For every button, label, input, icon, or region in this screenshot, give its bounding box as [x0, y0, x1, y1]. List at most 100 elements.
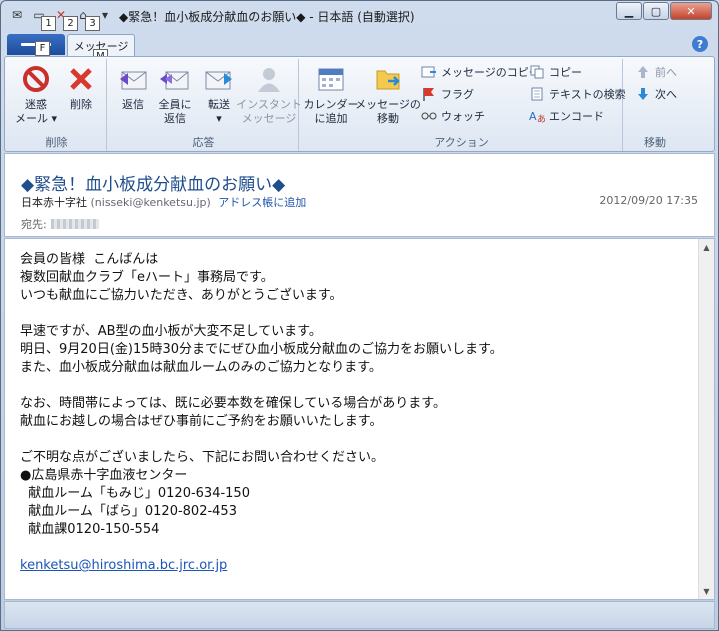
reply-label: 返信 [122, 98, 144, 111]
window-controls: ▁ ▢ ✕ [616, 2, 712, 20]
delete-x-icon [65, 63, 97, 95]
flag-label: フラグ [441, 88, 474, 101]
minimize-button[interactable]: ▁ [616, 2, 642, 20]
keytip-qat-2: 2 [63, 16, 78, 31]
junk-button[interactable]: 迷惑 メール ▾ [13, 63, 59, 126]
reply-all-button[interactable]: 全員に 返信 [155, 63, 195, 126]
body-line: また、血小板成分献血は献血ルームのみのご協力となります。 [20, 360, 382, 375]
svg-text:A: A [529, 110, 537, 123]
body-line: なお、時間帯によっては、既に必要本数を確保している場合があります。 [20, 396, 447, 411]
find-text-button[interactable]: テキストの検索 [529, 85, 626, 103]
flag-button[interactable]: フラグ [421, 85, 474, 103]
message-subject: ◆緊急！血小板成分献血のお願い◆ [21, 175, 286, 195]
copy-icon [529, 64, 545, 80]
reply-button[interactable]: 返信 [113, 63, 153, 112]
copy-message-button[interactable]: メッセージのコピー [421, 63, 540, 81]
contact-email-link[interactable]: kenketsu@hiroshima.bc.jrc.or.jp [20, 558, 227, 573]
body-line: 会員の皆様 こんばんは [20, 252, 159, 267]
add-to-address-book-link[interactable]: アドレス帳に追加 [218, 196, 306, 209]
to-label: 宛先: [21, 218, 47, 231]
find-text-label: テキストの検索 [549, 88, 626, 101]
copy-label: コピー [549, 66, 582, 79]
down-arrow-icon [635, 86, 651, 102]
instant-message-button[interactable]: インスタント メッセージ [236, 63, 302, 126]
forward-label: 転送 ▾ [208, 98, 230, 125]
document-icon [529, 86, 545, 102]
help-icon[interactable]: ? [692, 36, 708, 52]
glasses-icon [421, 108, 437, 124]
scroll-up-icon[interactable]: ▲ [699, 239, 714, 255]
encode-button[interactable]: Aあ エンコード [529, 107, 604, 125]
group-move: 前へ 次へ 移動 [625, 59, 685, 151]
group-label-respond: 応答 [192, 136, 215, 149]
up-arrow-icon [635, 64, 651, 80]
message-datetime: 2012/09/20 17:35 [599, 194, 698, 207]
ribbon-tabs: F メッセージ M ? [1, 31, 718, 64]
flag-icon [421, 86, 437, 102]
copy-message-label: メッセージのコピー [441, 66, 540, 79]
body-line: ご不明な点がございましたら、下記にお問い合わせください。 [20, 450, 385, 465]
add-to-calendar-button[interactable]: カレンダー に追加 [303, 63, 359, 126]
redacted-recipient [50, 219, 99, 229]
instant-message-label: インスタント メッセージ [236, 98, 302, 125]
next-button[interactable]: 次へ [635, 85, 677, 103]
move-message-label: メッセージの 移動 [355, 98, 421, 125]
watch-label: ウォッチ [441, 110, 485, 123]
move-message-button[interactable]: メッセージの 移動 [355, 63, 421, 126]
group-delete: 迷惑 メール ▾ 削除 削除 [7, 59, 107, 151]
scroll-down-icon[interactable]: ▼ [699, 583, 714, 599]
group-label-delete: 削除 [45, 136, 68, 149]
group-actions: カレンダー に追加 メッセージの 移動 メッセージのコピー フラグ ウォッチ コ… [301, 59, 626, 151]
body-line: 献血課0120-150-554 [20, 522, 160, 537]
body-line: 献血ルーム「ばら」0120-802-453 [20, 504, 237, 519]
close-button[interactable]: ✕ [670, 2, 712, 20]
folder-move-icon [372, 63, 404, 95]
keytip-file: F [35, 41, 50, 56]
body-line: 明日、9月20日(金)15時30分までにぜひ血小板成分献血のご協力をお願いします… [20, 342, 503, 357]
group-respond: 返信 全員に 返信 転送 ▾ インスタント メッセージ 応答 [109, 59, 302, 151]
mail-window: ✉ ▭ ✕ ⌂ ▾ 1 2 3 ◆緊急！血小板成分献血のお願い◆ - 日本語 (… [0, 0, 719, 631]
previous-label: 前へ [655, 66, 677, 79]
vertical-scrollbar[interactable]: ▲ ▼ [698, 239, 714, 599]
junk-label: 迷惑 メール ▾ [14, 98, 58, 125]
to-line: 宛先: [21, 216, 99, 232]
encode-icon: Aあ [529, 108, 545, 124]
person-icon [253, 63, 285, 95]
delete-button[interactable]: 削除 [61, 63, 101, 112]
svg-text:あ: あ [537, 114, 545, 123]
junk-icon [20, 63, 52, 95]
from-line: 日本赤十字社 (nisseki@kenketsu.jp) アドレス帳に追加 [21, 194, 306, 210]
body-line: 早速ですが、AB型の血小板が大変不足しています。 [20, 324, 322, 339]
sender-name: 日本赤十字社 [21, 196, 87, 209]
delete-label: 削除 [70, 98, 92, 111]
reply-icon [117, 63, 149, 95]
encode-label: エンコード [549, 110, 604, 123]
add-to-calendar-label: カレンダー に追加 [303, 98, 359, 125]
body-line: ●広島県赤十字血液センター [20, 468, 188, 483]
copy-button[interactable]: コピー [529, 63, 582, 81]
forward-icon [203, 63, 235, 95]
forward-button[interactable]: 転送 ▾ [199, 63, 239, 126]
sender-address: (nisseki@kenketsu.jp) [90, 196, 211, 209]
watch-button[interactable]: ウォッチ [421, 107, 485, 125]
title-bar: ✉ ▭ ✕ ⌂ ▾ 1 2 3 ◆緊急！血小板成分献血のお願い◆ - 日本語 (… [1, 1, 718, 31]
body-line: 献血ルーム「もみじ」0120-634-150 [20, 486, 250, 501]
group-label-actions: アクション [434, 136, 489, 149]
maximize-button[interactable]: ▢ [643, 2, 669, 20]
keytip-qat-3: 3 [85, 16, 100, 31]
ribbon: 迷惑 メール ▾ 削除 削除 返信 全員に 返信 転送 ▾ インスタント メッセ… [4, 56, 715, 152]
body-line: 献血にお越しの場合はぜひ事前にご予約をお願いいたします。 [20, 414, 383, 429]
message-body: 会員の皆様 こんばんは 複数回献血クラブ「eハート」事務局です。 いつも献血にご… [4, 238, 715, 600]
window-title: ◆緊急！血小板成分献血のお願い◆ - 日本語 (自動選択) [119, 10, 415, 24]
keytip-qat-1: 1 [41, 16, 56, 31]
body-text: 会員の皆様 こんばんは 複数回献血クラブ「eハート」事務局です。 いつも献血にご… [20, 251, 690, 575]
calendar-icon [315, 63, 347, 95]
group-label-move: 移動 [644, 136, 666, 149]
app-icon[interactable]: ✉ [7, 6, 27, 24]
previous-button[interactable]: 前へ [635, 63, 677, 81]
reply-all-label: 全員に 返信 [158, 98, 192, 125]
status-bar [4, 601, 715, 629]
message-header: ◆緊急！血小板成分献血のお願い◆ 日本赤十字社 (nisseki@kenkets… [4, 153, 715, 237]
reply-all-icon [159, 63, 191, 95]
copy-message-icon [421, 64, 437, 80]
